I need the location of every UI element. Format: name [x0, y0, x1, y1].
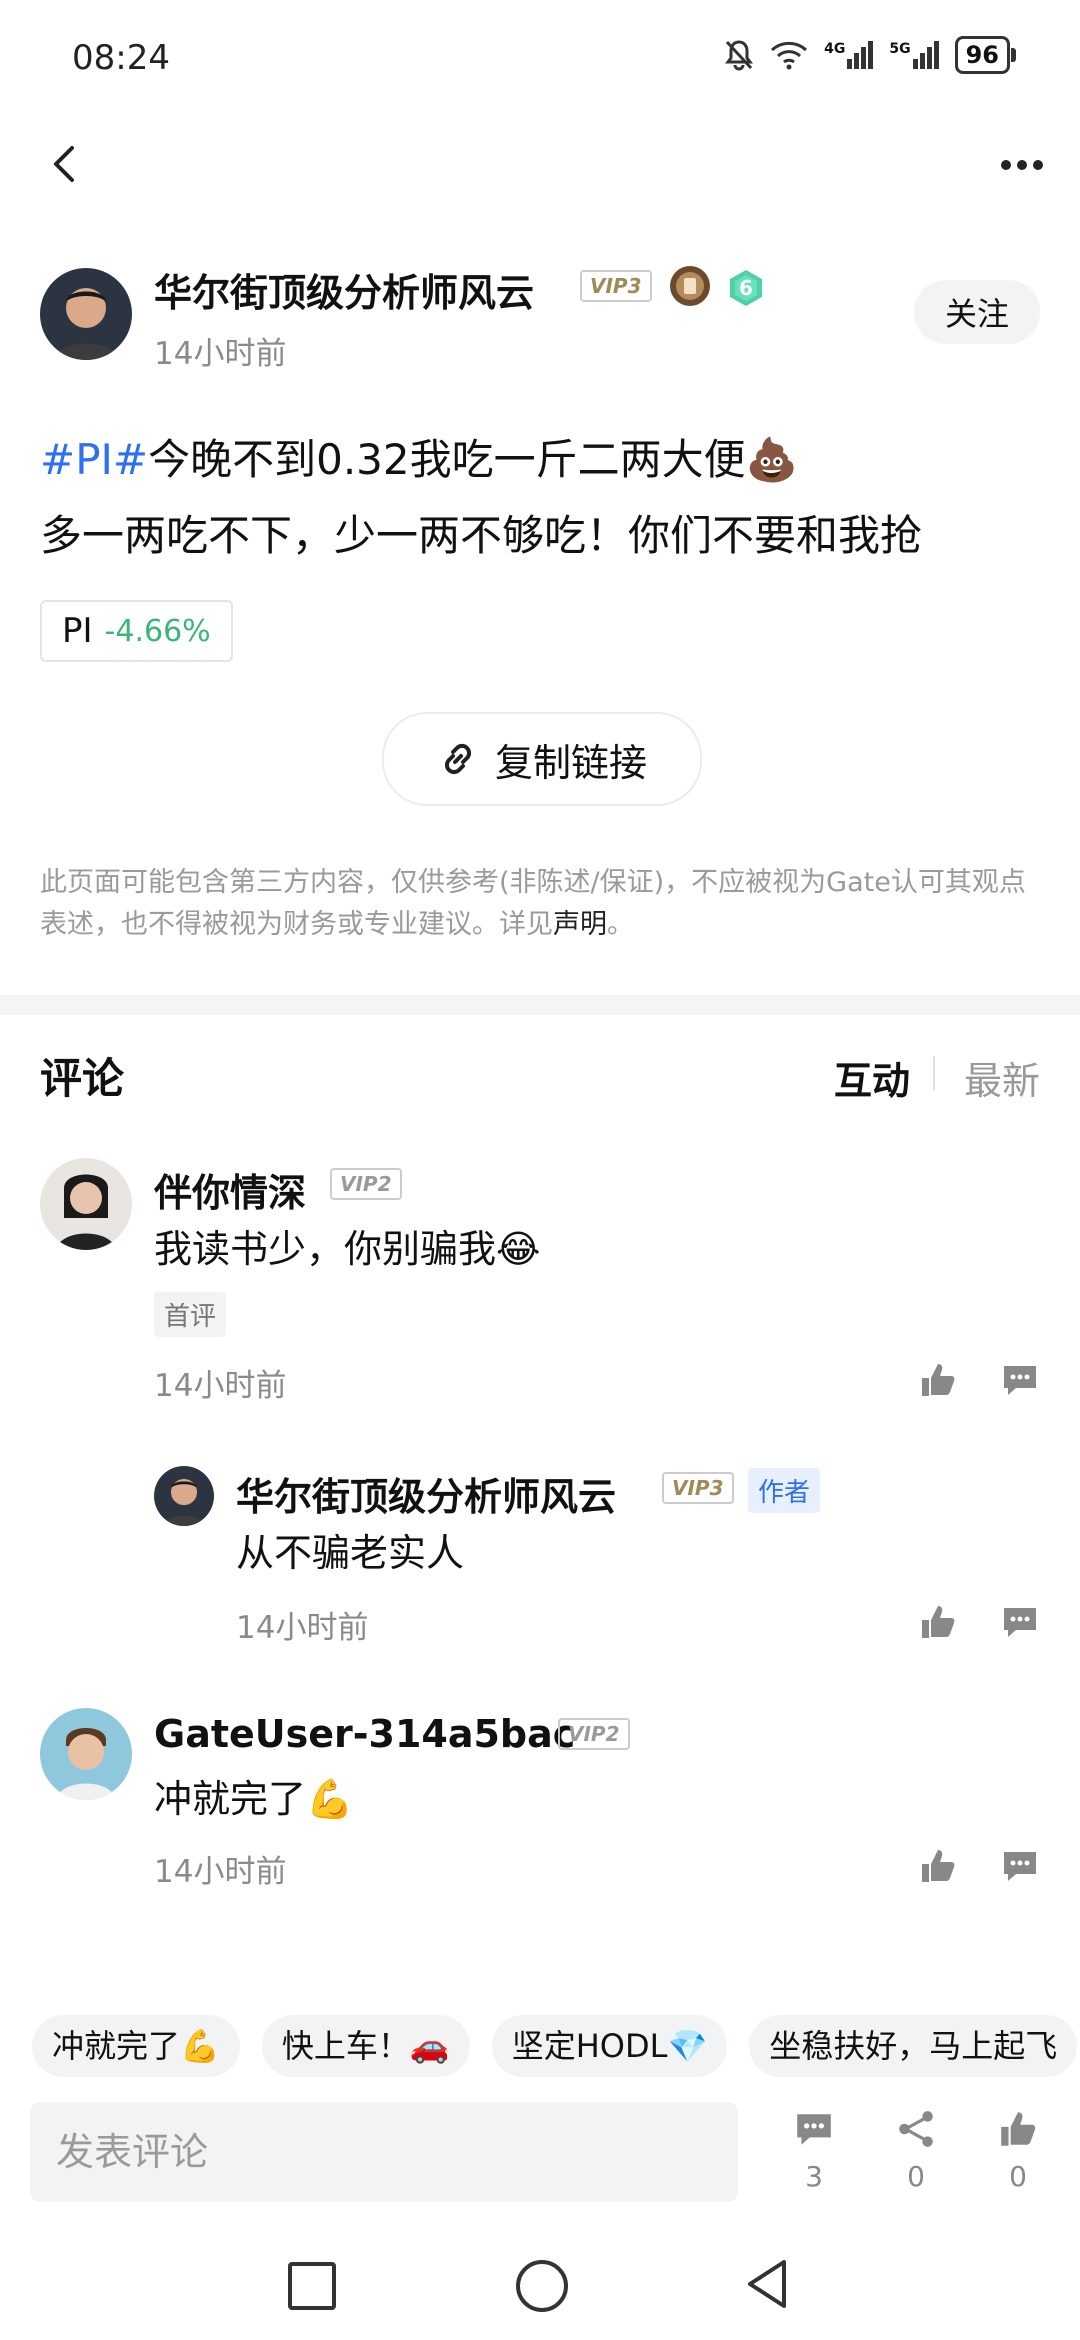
comments-title: 评论 — [40, 1054, 125, 1103]
poop-emoji: 💩 — [745, 435, 798, 484]
author-avatar[interactable] — [40, 268, 132, 360]
status-time: 08:24 — [72, 38, 170, 78]
comment-text: 我读书少，你别骗我😂 — [154, 1227, 541, 1271]
comment-count-button[interactable]: 3 — [774, 2108, 854, 2193]
comment-time: 14小时前 — [154, 1368, 287, 1404]
level-badge: 6 — [726, 268, 766, 308]
disclaimer: 此页面可能包含第三方内容，仅供参考(非陈述/保证)，不应被视为Gate认可其观点… — [40, 867, 1026, 940]
reply-author-avatar[interactable] — [154, 1466, 214, 1526]
quick-reply-chip[interactable]: 坐稳扶好，马上起飞 — [749, 2015, 1078, 2077]
commenter-name[interactable]: 华尔街顶级分析师风云 — [236, 1466, 616, 1521]
like-icon — [1001, 2112, 1036, 2146]
commenter-name[interactable]: 伴你情深 — [154, 1162, 306, 1217]
signal-5g-icon: 5G — [889, 41, 939, 69]
ticker-symbol: PI — [62, 611, 93, 651]
ticker-change: -4.66% — [104, 613, 211, 649]
comment-text: 冲就完了💪 — [154, 1777, 354, 1821]
commenter-avatar[interactable] — [40, 1708, 132, 1800]
author-name[interactable]: 华尔街顶级分析师风云 — [154, 262, 534, 317]
nav-back-icon[interactable] — [744, 2258, 792, 2310]
author-tag: 作者 — [748, 1468, 821, 1513]
like-post-button[interactable]: 0 — [978, 2108, 1058, 2193]
reply-icon[interactable] — [1000, 1360, 1040, 1400]
reply-icon[interactable] — [1000, 1602, 1040, 1642]
copy-link-button[interactable]: 复制链接 — [382, 712, 702, 806]
post-time: 14小时前 — [154, 336, 287, 372]
comment-icon — [797, 2114, 831, 2145]
hashtag-link[interactable]: #PI# — [40, 435, 148, 484]
statement-link[interactable]: 声明 — [553, 909, 607, 940]
comment-time: 14小时前 — [154, 1854, 287, 1890]
post-content: #PI#今晚不到0.32我吃一斤二两大便💩 多一两吃不下，少一两不够吃！你们不要… — [40, 435, 923, 560]
share-icon — [899, 2111, 933, 2147]
reply-icon[interactable] — [1000, 1846, 1040, 1886]
quick-reply-row: 冲就完了💪 快上车！🚗 坚定HODL💎 坐稳扶好，马上起飞 — [32, 2015, 1078, 2077]
sort-divider — [933, 1056, 935, 1090]
like-icon[interactable] — [918, 1846, 958, 1886]
comment-text: 从不骗老实人 — [236, 1531, 465, 1575]
first-comment-tag: 首评 — [154, 1292, 227, 1337]
more-icon[interactable] — [1000, 158, 1044, 172]
commenter-name[interactable]: GateUser-314a5bac — [154, 1712, 575, 1756]
like-icon[interactable] — [918, 1360, 958, 1400]
mute-bell-icon — [725, 40, 754, 71]
recents-button[interactable] — [288, 2262, 336, 2310]
comment-input[interactable] — [30, 2102, 738, 2202]
battery-icon: 96 — [954, 36, 1017, 74]
medal-icon — [670, 266, 710, 306]
ticker-chip[interactable]: PI -4.66% — [40, 600, 233, 662]
home-button[interactable] — [516, 2260, 568, 2312]
sort-latest-tab[interactable]: 最新 — [964, 1050, 1040, 1105]
quick-reply-chip[interactable]: 坚定HODL💎 — [491, 2015, 728, 2077]
wifi-icon — [771, 41, 808, 70]
link-icon — [444, 743, 472, 775]
signal-4g-icon: 4G — [824, 41, 874, 69]
comment-time: 14小时前 — [236, 1610, 369, 1646]
back-arrow-icon[interactable] — [42, 140, 90, 188]
quick-reply-chip[interactable]: 快上车！🚗 — [261, 2015, 470, 2077]
vip-badge: VIP3 — [580, 270, 652, 302]
share-button[interactable]: 0 — [876, 2108, 956, 2193]
sort-interactive-tab[interactable]: 互动 — [834, 1050, 910, 1105]
vip-badge: VIP3 — [662, 1472, 734, 1504]
commenter-avatar[interactable] — [40, 1158, 132, 1250]
follow-button[interactable]: 关注 — [914, 280, 1040, 344]
vip-badge: VIP2 — [558, 1718, 630, 1750]
status-icons: 4G 5G 96 — [724, 36, 1017, 74]
quick-reply-chip[interactable]: 冲就完了💪 — [32, 2015, 240, 2077]
like-icon[interactable] — [918, 1602, 958, 1642]
vip-badge: VIP2 — [330, 1168, 402, 1200]
section-divider — [0, 995, 1080, 1015]
